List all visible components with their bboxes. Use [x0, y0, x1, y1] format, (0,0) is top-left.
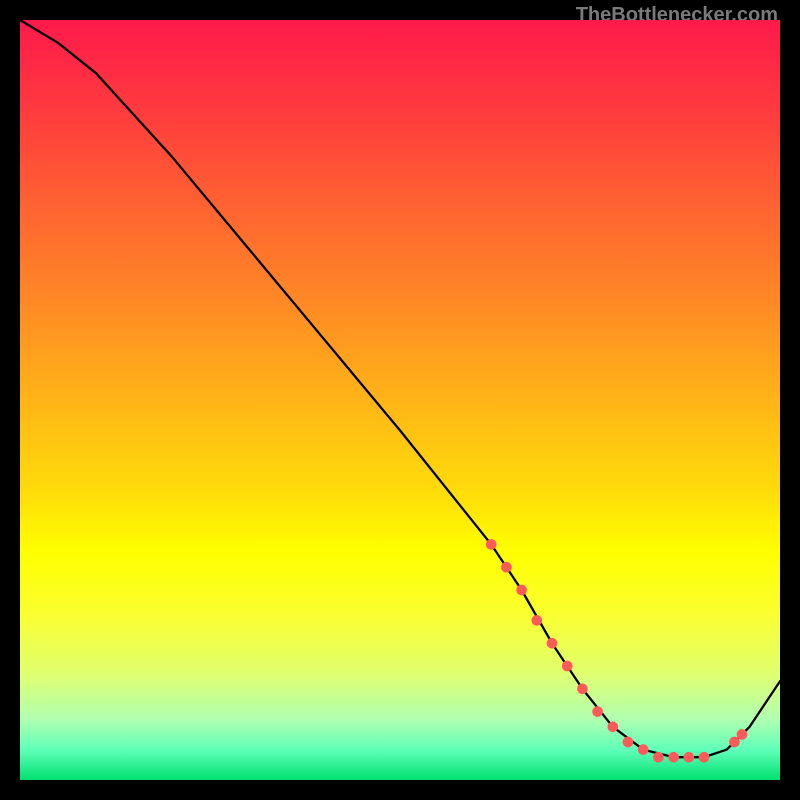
highlight-dot [683, 752, 694, 763]
highlight-dot [486, 539, 497, 550]
chart-container: TheBottlenecker.com [0, 0, 800, 800]
highlight-dot [638, 744, 649, 755]
highlight-dot [562, 661, 573, 672]
highlight-dot [516, 585, 527, 596]
highlight-dot [729, 737, 740, 748]
highlight-dot [547, 638, 558, 649]
highlight-dot [699, 752, 710, 763]
highlight-dot [531, 615, 542, 626]
highlight-dot [592, 706, 603, 717]
highlight-dot [668, 752, 679, 763]
curve-layer [20, 20, 780, 780]
highlight-dot [623, 737, 634, 748]
bottleneck-curve [20, 20, 780, 757]
plot-area [20, 20, 780, 780]
highlight-dot [653, 752, 664, 763]
highlight-dot [737, 729, 748, 740]
highlight-dot [607, 721, 618, 732]
highlight-dots [486, 539, 747, 762]
highlight-dot [577, 683, 588, 694]
highlight-dot [501, 562, 512, 573]
